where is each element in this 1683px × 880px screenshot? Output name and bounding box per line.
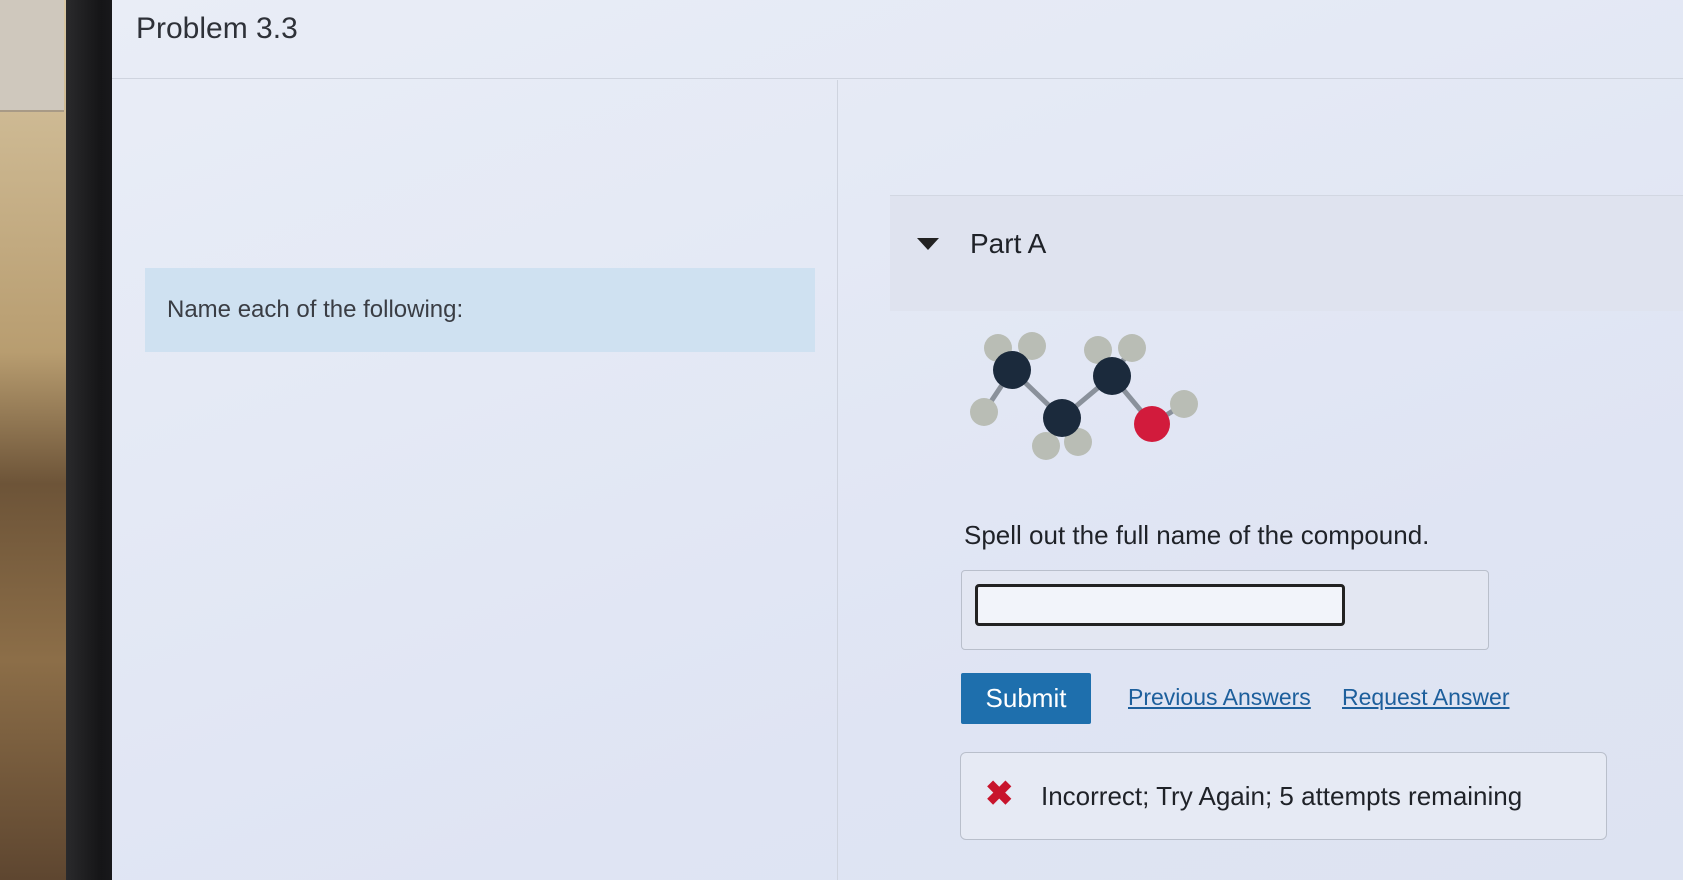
paper-on-desk: [0, 0, 64, 112]
part-label: Part A: [970, 228, 1047, 259]
title-divider: [112, 78, 1683, 79]
column-divider: [837, 80, 838, 880]
hydrogen-atom: [1170, 390, 1198, 418]
previous-answers-link[interactable]: Previous Answers: [1128, 684, 1311, 711]
submit-button[interactable]: Submit: [961, 673, 1091, 724]
molecule-model: [970, 332, 1198, 460]
page-title: Problem 3.3: [136, 12, 298, 45]
problem-prompt: Name each of the following:: [145, 268, 815, 352]
carbon-atom: [993, 351, 1031, 389]
hydrogen-atoms: [970, 332, 1198, 460]
carbon-atom: [1043, 399, 1081, 437]
oxygen-atom: [1134, 406, 1170, 442]
x-mark-icon: ✖: [985, 775, 1014, 813]
screen: Problem 3.3 Name each of the following: …: [112, 0, 1683, 880]
carbon-atoms: [993, 351, 1131, 437]
answer-panel: [961, 570, 1489, 650]
request-answer-link[interactable]: Request Answer: [1342, 684, 1509, 711]
answer-input[interactable]: [975, 584, 1345, 626]
hydrogen-atom: [1032, 432, 1060, 460]
prompt-text: Name each of the following:: [167, 296, 464, 323]
feedback-box: ✖ Incorrect; Try Again; 5 attempts remai…: [960, 752, 1607, 840]
collapse-caret-icon[interactable]: [917, 238, 939, 250]
feedback-text: Incorrect; Try Again; 5 attempts remaini…: [1041, 781, 1523, 811]
carbon-atom: [1093, 357, 1131, 395]
hydrogen-atom: [1118, 334, 1146, 362]
question-instruction: Spell out the full name of the compound.: [964, 520, 1430, 550]
hydrogen-atom: [970, 398, 998, 426]
